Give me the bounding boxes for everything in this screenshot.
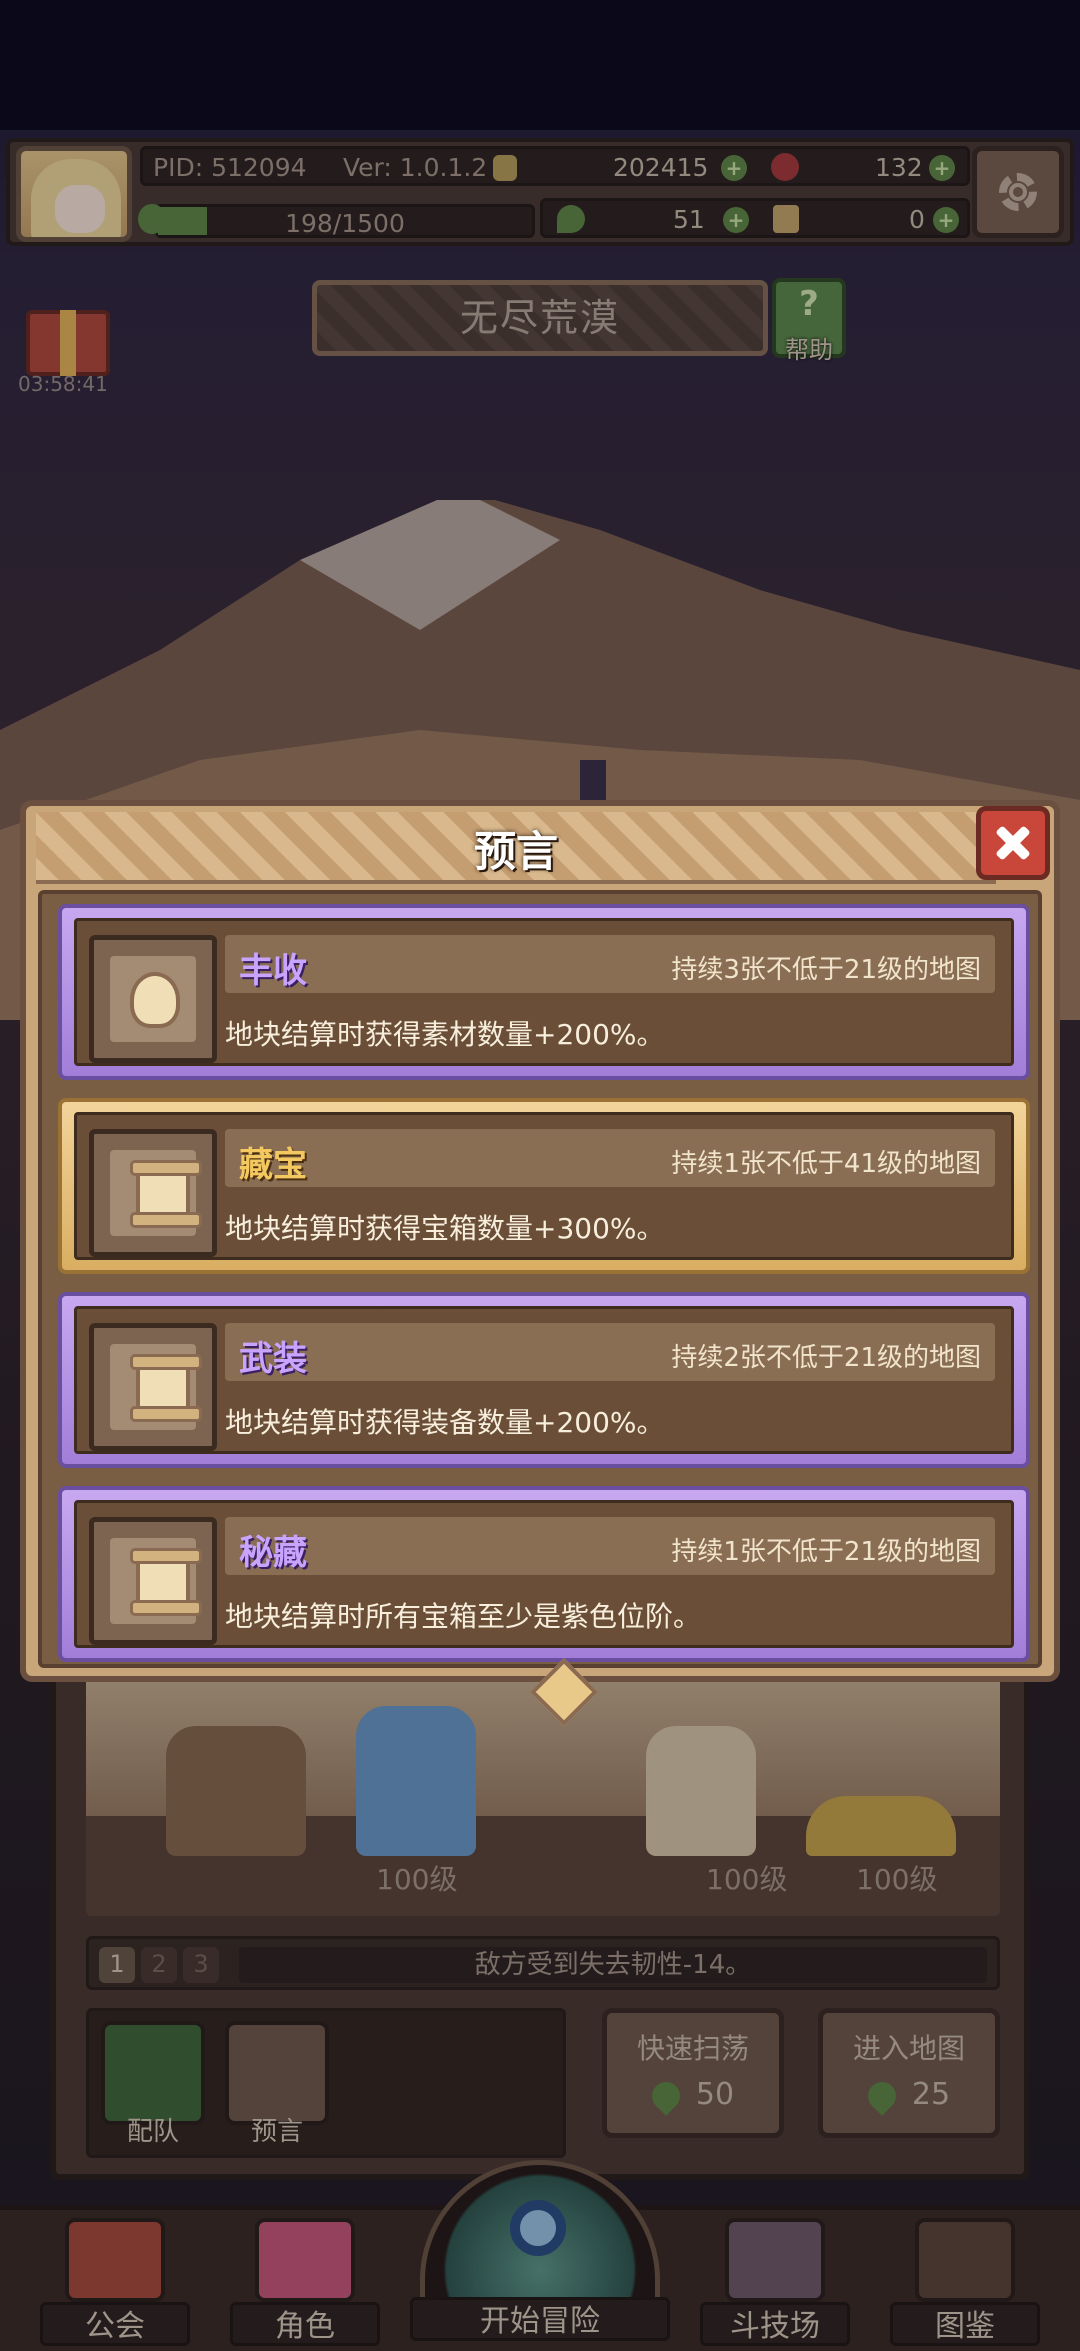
card-inner: 秘藏 持续1张不低于21级的地图 地块结算时所有宝箱至少是紫色位阶。 xyxy=(74,1500,1014,1648)
card-description: 地块结算时获得素材数量+200%。 xyxy=(225,1018,665,1051)
scroll-icon xyxy=(130,1548,202,1616)
card-icon-frame xyxy=(89,1129,217,1257)
prophecy-card[interactable]: 藏宝 持续1张不低于41级的地图 地块结算时获得宝箱数量+300%。 xyxy=(58,1098,1030,1274)
card-name: 丰收 xyxy=(239,951,307,991)
card-duration: 持续3张不低于21级的地图 xyxy=(671,955,981,985)
card-description: 地块结算时获得装备数量+200%。 xyxy=(225,1406,665,1439)
card-title-band: 秘藏 持续1张不低于21级的地图 xyxy=(225,1517,995,1575)
modal-title: 预言 xyxy=(473,827,558,876)
modal-header: 预言 xyxy=(36,812,996,884)
card-name: 秘藏 xyxy=(239,1533,307,1573)
card-icon-core xyxy=(110,1538,202,1624)
card-title-band: 武装 持续2张不低于21级的地图 xyxy=(225,1323,995,1381)
card-duration: 持续1张不低于41级的地图 xyxy=(671,1149,981,1179)
scroll-icon xyxy=(130,1354,202,1422)
card-description: 地块结算时所有宝箱至少是紫色位阶。 xyxy=(225,1600,702,1633)
prophecy-card[interactable]: 丰收 持续3张不低于21级的地图 地块结算时获得素材数量+200%。 xyxy=(58,904,1030,1080)
card-icon-frame xyxy=(89,1517,217,1645)
prophecy-card[interactable]: 武装 持续2张不低于21级的地图 地块结算时获得装备数量+200%。 xyxy=(58,1292,1030,1468)
prophecy-card[interactable]: 秘藏 持续1张不低于21级的地图 地块结算时所有宝箱至少是紫色位阶。 xyxy=(58,1486,1030,1662)
card-duration: 持续1张不低于21级的地图 xyxy=(671,1537,981,1567)
card-icon-frame xyxy=(89,935,217,1063)
wheat-icon xyxy=(130,972,180,1028)
scroll-icon xyxy=(130,1160,202,1228)
diamond-ornament-icon xyxy=(526,1668,596,1716)
card-duration: 持续2张不低于21级的地图 xyxy=(671,1343,981,1373)
prophecy-modal: 预言 丰收 持续3张不低于21级的地图 地块结算时获得素材数量+200%。 藏宝… xyxy=(20,800,1060,1682)
card-title-band: 藏宝 持续1张不低于41级的地图 xyxy=(225,1129,995,1187)
card-inner: 武装 持续2张不低于21级的地图 地块结算时获得装备数量+200%。 xyxy=(74,1306,1014,1454)
card-name: 藏宝 xyxy=(239,1145,307,1185)
prophecy-list: 丰收 持续3张不低于21级的地图 地块结算时获得素材数量+200%。 藏宝 持续… xyxy=(38,890,1042,1668)
card-icon-core xyxy=(110,1344,202,1430)
card-name: 武装 xyxy=(239,1339,307,1379)
card-icon-frame xyxy=(89,1323,217,1451)
card-title-band: 丰收 持续3张不低于21级的地图 xyxy=(225,935,995,993)
card-description: 地块结算时获得宝箱数量+300%。 xyxy=(225,1212,665,1245)
card-icon-core xyxy=(110,1150,202,1236)
close-button[interactable] xyxy=(976,806,1050,880)
card-inner: 藏宝 持续1张不低于41级的地图 地块结算时获得宝箱数量+300%。 xyxy=(74,1112,1014,1260)
card-icon-core xyxy=(110,956,196,1042)
card-inner: 丰收 持续3张不低于21级的地图 地块结算时获得素材数量+200%。 xyxy=(74,918,1014,1066)
